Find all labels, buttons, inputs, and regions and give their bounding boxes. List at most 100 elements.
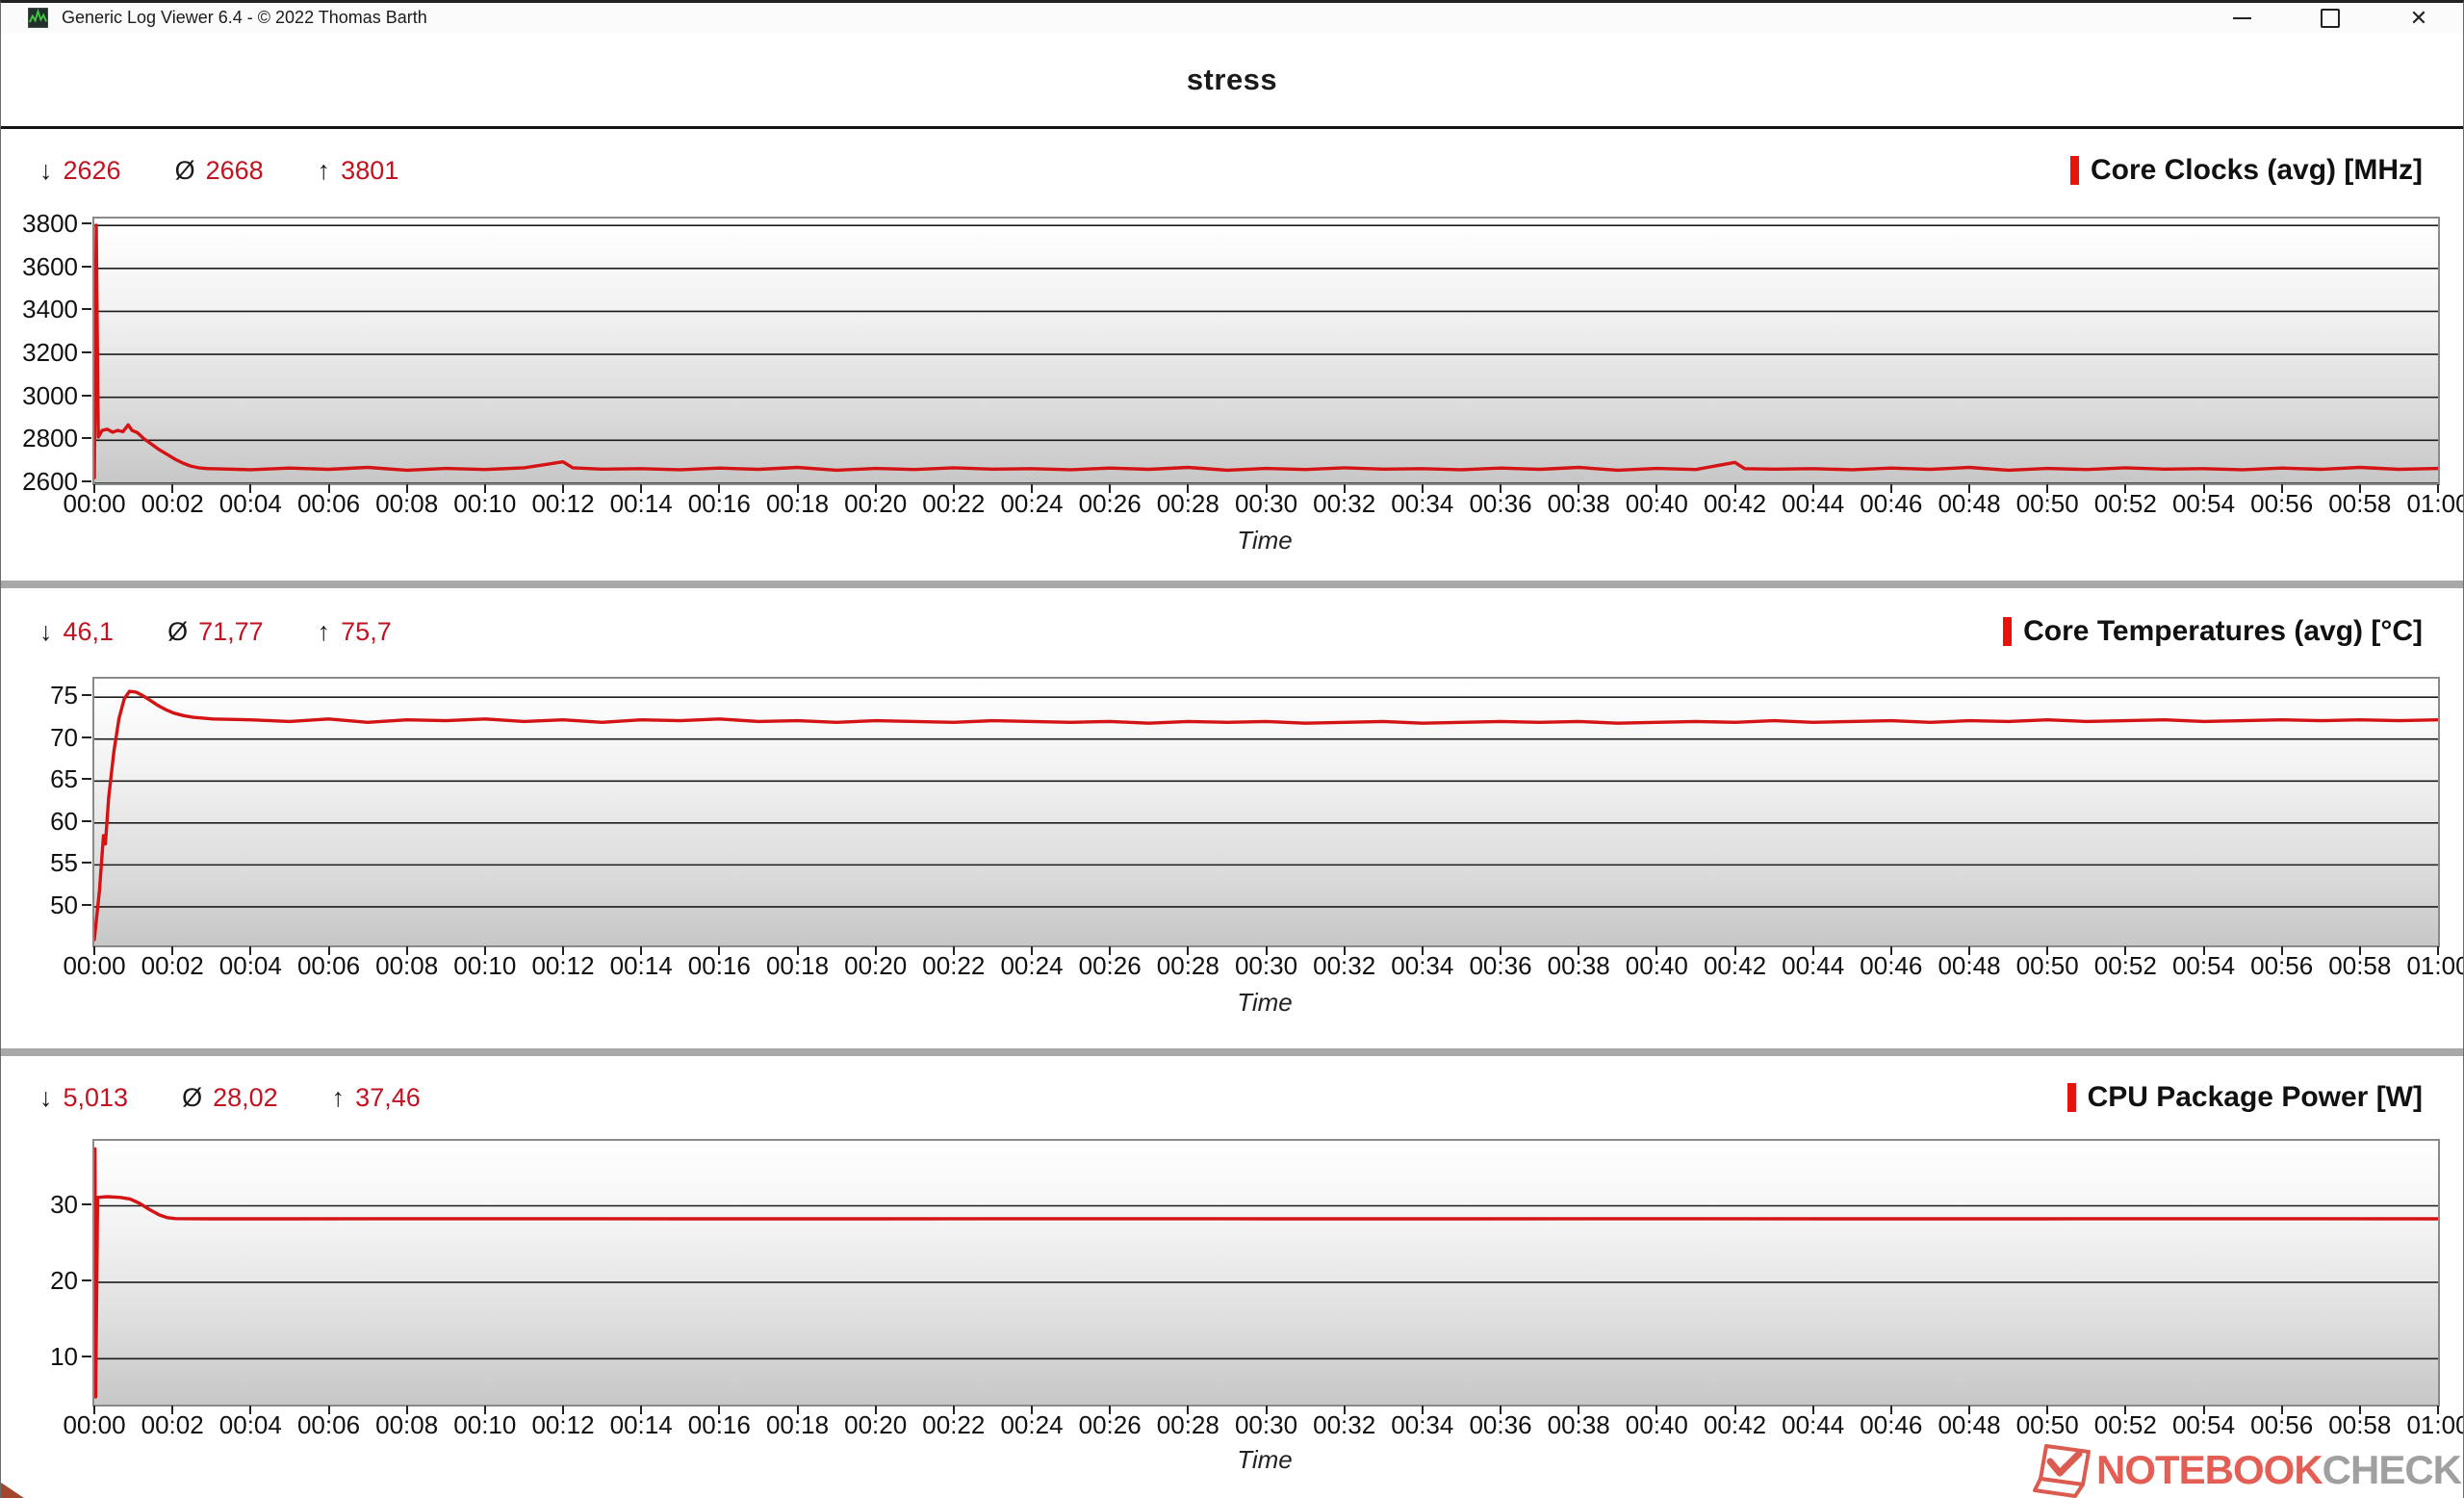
stat-max: ↑37,46 [332, 1083, 421, 1113]
x-tick-label: 00:32 [1313, 1410, 1375, 1440]
x-tick-label: 00:36 [1469, 1410, 1531, 1440]
x-tick-label: 00:38 [1548, 1410, 1610, 1440]
x-tick-label: 00:36 [1469, 951, 1531, 981]
x-tick-label: 00:20 [844, 951, 907, 981]
window-title: Generic Log Viewer 6.4 - © 2022 Thomas B… [62, 8, 427, 28]
x-tick-label: 00:22 [922, 951, 985, 981]
y-tick-label: 10 [1, 1342, 78, 1372]
chart-core-clocks: ↓2626 Ø2668 ↑3801 Core Clocks (avg) [MHz… [1, 131, 2463, 581]
x-tick-label: 00:28 [1157, 489, 1219, 519]
series-label-core-temperatures: Core Temperatures (avg) [°C] [2003, 615, 2423, 648]
x-tick-label: 00:32 [1313, 489, 1375, 519]
x-tick-label: 01:00 [2406, 1410, 2464, 1440]
plot-area-core-temperatures[interactable] [92, 677, 2440, 947]
x-tick-label: 00:30 [1235, 1410, 1297, 1440]
stat-max-value: 75,7 [341, 617, 392, 647]
y-tick-mark [82, 480, 91, 482]
x-tick-label: 01:00 [2406, 489, 2464, 519]
x-tick-label: 00:30 [1235, 489, 1297, 519]
x-tick-label: 00:18 [766, 1410, 829, 1440]
x-tick-label: 00:44 [1782, 951, 1844, 981]
x-tick-label: 00:14 [610, 489, 673, 519]
stat-avg-value: 2668 [206, 156, 264, 186]
page-title: stress [1187, 63, 1277, 97]
x-tick-label: 00:08 [375, 951, 438, 981]
y-tick-label: 75 [1, 681, 78, 710]
min-arrow-icon: ↓ [39, 1083, 53, 1113]
x-tick-label: 00:50 [2016, 489, 2079, 519]
x-tick-label: 00:20 [844, 1410, 907, 1440]
y-tick-label: 55 [1, 848, 78, 878]
stat-min-value: 5,013 [64, 1083, 129, 1113]
x-tick-label: 00:10 [453, 489, 516, 519]
x-tick-label: 00:42 [1704, 489, 1766, 519]
maximize-button[interactable] [2286, 3, 2374, 33]
stat-max-value: 3801 [341, 156, 398, 186]
x-tick-label: 00:24 [1000, 951, 1063, 981]
x-tick-label: 00:50 [2016, 1410, 2079, 1440]
x-tick-label: 00:40 [1626, 489, 1688, 519]
x-tick-label: 00:00 [63, 1410, 125, 1440]
x-tick-label: 00:04 [219, 1410, 282, 1440]
plot-area-core-clocks[interactable] [92, 217, 2440, 485]
x-tick-label: 00:24 [1000, 489, 1063, 519]
y-tick-label: 3000 [1, 381, 78, 411]
close-button[interactable]: ✕ [2374, 3, 2463, 33]
x-tick-label: 00:40 [1626, 951, 1688, 981]
chart-svg [94, 679, 2438, 945]
y-tick-mark [82, 1356, 91, 1357]
minimize-button[interactable] [2197, 3, 2286, 33]
stat-avg: Ø2668 [175, 156, 264, 186]
stats-core-clocks: ↓2626 Ø2668 ↑3801 [39, 156, 398, 186]
y-tick-label: 3800 [1, 209, 78, 239]
x-tick-label: 00:08 [375, 1410, 438, 1440]
x-tick-label: 00:58 [2328, 489, 2391, 519]
x-tick-label: 00:28 [1157, 1410, 1219, 1440]
time-axis-label: Time [1237, 988, 1293, 1018]
stat-max-value: 37,46 [355, 1083, 421, 1113]
y-tick-label: 3200 [1, 338, 78, 368]
x-tick-label: 00:48 [1938, 489, 2000, 519]
watermark-notebook-text: NOTEBOOK [2096, 1447, 2323, 1493]
log-viewer-window: Generic Log Viewer 6.4 - © 2022 Thomas B… [0, 0, 2464, 1498]
x-tick-label: 00:18 [766, 951, 829, 981]
x-tick-label: 00:26 [1079, 489, 1142, 519]
x-tick-label: 00:46 [1860, 489, 1922, 519]
y-tick-label: 70 [1, 723, 78, 753]
time-axis-label: Time [1237, 526, 1293, 555]
x-tick-label: 00:14 [610, 951, 673, 981]
avg-icon: Ø [182, 1083, 202, 1113]
y-tick-mark [82, 694, 91, 696]
y-tick-mark [82, 222, 91, 224]
x-tick-label: 00:32 [1313, 951, 1375, 981]
x-tick-label: 00:16 [688, 489, 751, 519]
x-tick-label: 00:10 [453, 1410, 516, 1440]
x-tick-label: 00:58 [2328, 951, 2391, 981]
x-tick-label: 00:54 [2172, 951, 2235, 981]
y-tick-mark [82, 351, 91, 353]
x-tick-label: 00:22 [922, 1410, 985, 1440]
y-tick-mark [82, 820, 91, 822]
x-tick-label: 00:48 [1938, 951, 2000, 981]
chart-core-temperatures: ↓46,1 Ø71,77 ↑75,7 Core Temperatures (av… [1, 588, 2463, 1048]
x-tick-label: 00:12 [531, 489, 594, 519]
x-tick-label: 00:22 [922, 489, 985, 519]
x-tick-label: 00:28 [1157, 951, 1219, 981]
x-tick-label: 00:06 [297, 1410, 360, 1440]
y-tick-label: 60 [1, 807, 78, 837]
stat-min: ↓46,1 [39, 617, 114, 647]
x-tick-label: 00:20 [844, 489, 907, 519]
x-tick-label: 00:34 [1391, 1410, 1453, 1440]
y-tick-mark [82, 437, 91, 439]
x-tick-label: 00:48 [1938, 1410, 2000, 1440]
plot-area-cpu-package-power[interactable] [92, 1139, 2440, 1407]
x-tick-label: 00:58 [2328, 1410, 2391, 1440]
notebookcheck-laptop-icon [2033, 1442, 2096, 1498]
series-line [94, 691, 2438, 940]
x-tick-label: 00:44 [1782, 1410, 1844, 1440]
stat-avg-value: 28,02 [213, 1083, 278, 1113]
stat-avg: Ø71,77 [167, 617, 264, 647]
series-title: Core Temperatures (avg) [°C] [2023, 615, 2423, 648]
x-tick-label: 00:56 [2250, 951, 2313, 981]
close-icon: ✕ [2410, 8, 2427, 29]
